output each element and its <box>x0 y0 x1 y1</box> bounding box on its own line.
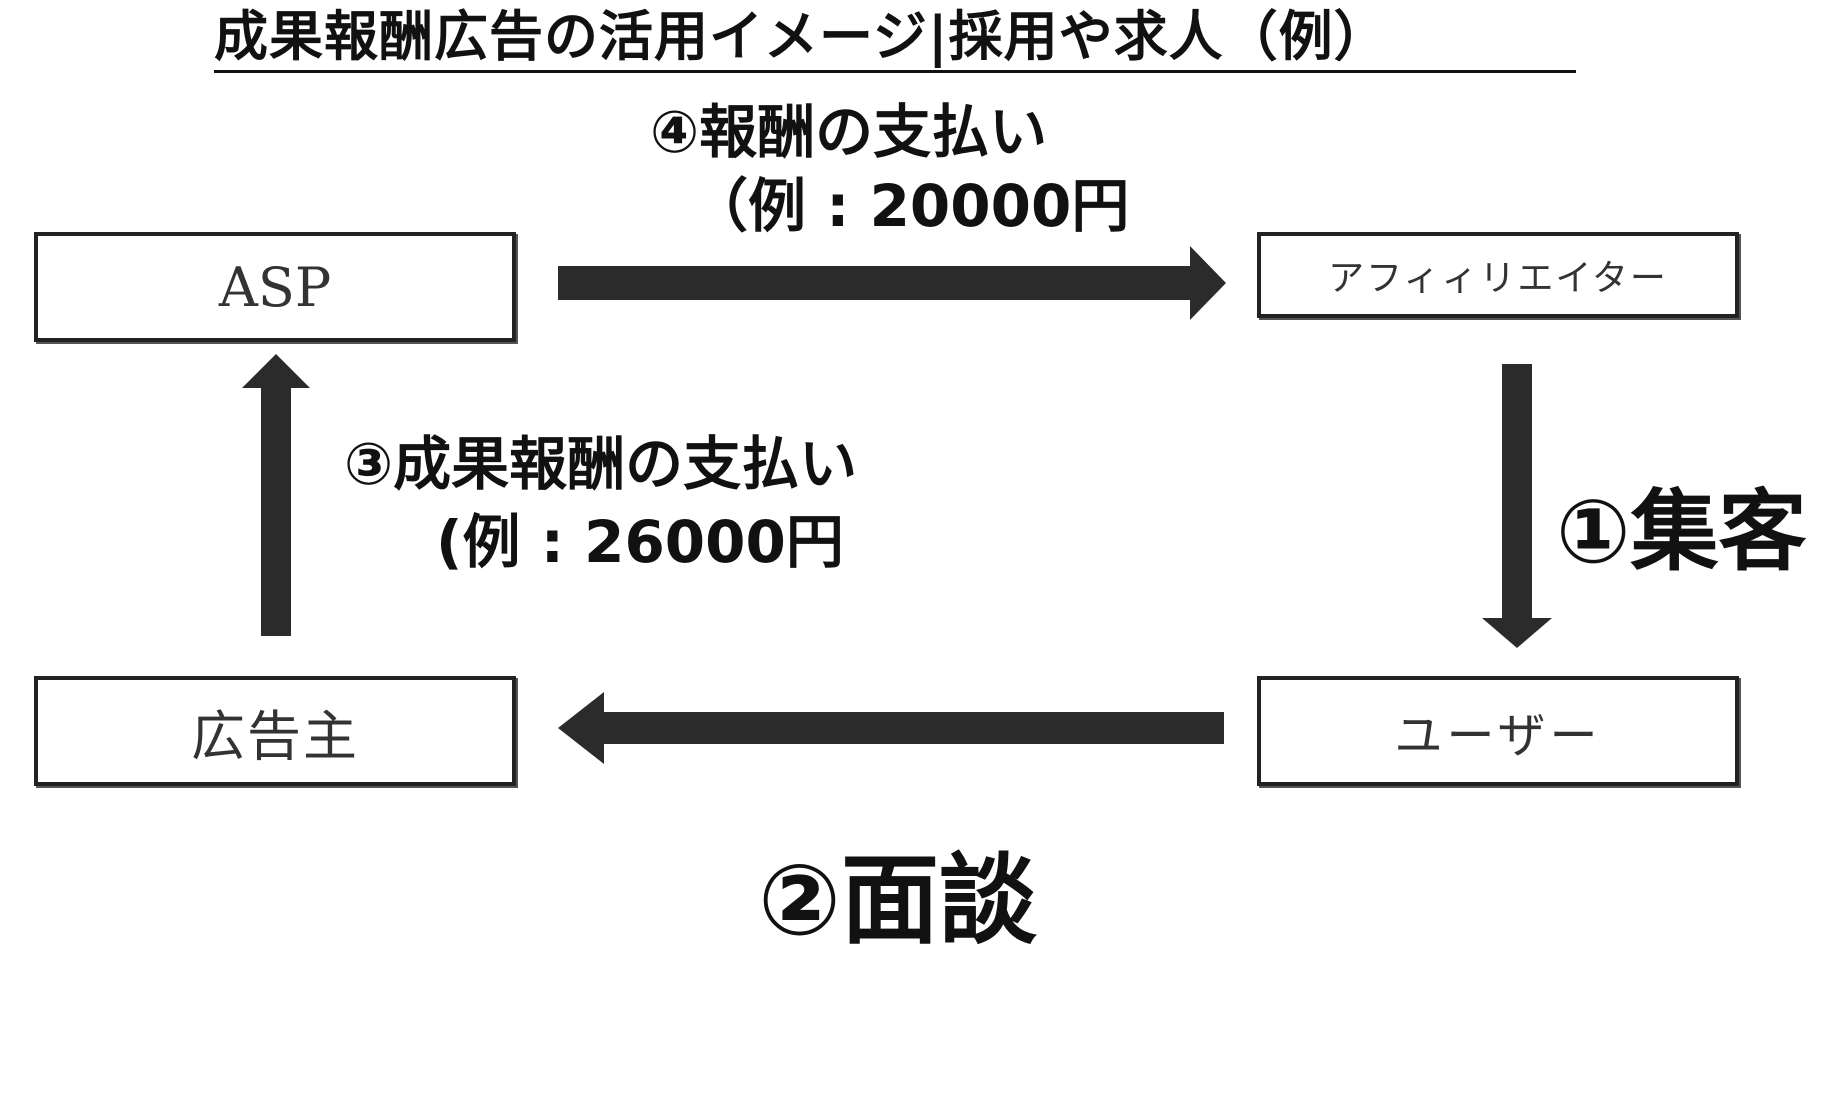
step4-label-line2: （例 : 20000円 <box>690 172 1130 240</box>
step1-label: ①集客 <box>1556 480 1807 583</box>
step4-label-line1: ④報酬の支払い <box>650 98 1048 166</box>
node-affiliate: アフィィリエイター <box>1257 232 1739 318</box>
arrow-asp-to-affiliate <box>558 246 1226 320</box>
step3-label-line1: ③成果報酬の支払い <box>344 430 858 498</box>
step3-label-line2: (例 : 26000円 <box>436 508 844 576</box>
node-user: ユーザー <box>1257 676 1739 786</box>
node-asp-label: ASP <box>218 255 332 319</box>
arrow-user-to-advertiser <box>558 692 1224 764</box>
node-advertiser: 広告主 <box>34 676 516 786</box>
arrow-advertiser-to-asp <box>242 354 310 636</box>
step2-label: ②面談 <box>758 844 1037 958</box>
node-advertiser-label: 広告主 <box>191 704 359 768</box>
arrow-affiliate-to-user <box>1482 364 1552 648</box>
node-asp: ASP <box>34 232 516 342</box>
node-affiliate-label: アフィィリエイター <box>1328 258 1668 299</box>
node-user-label: ユーザー <box>1394 708 1602 764</box>
